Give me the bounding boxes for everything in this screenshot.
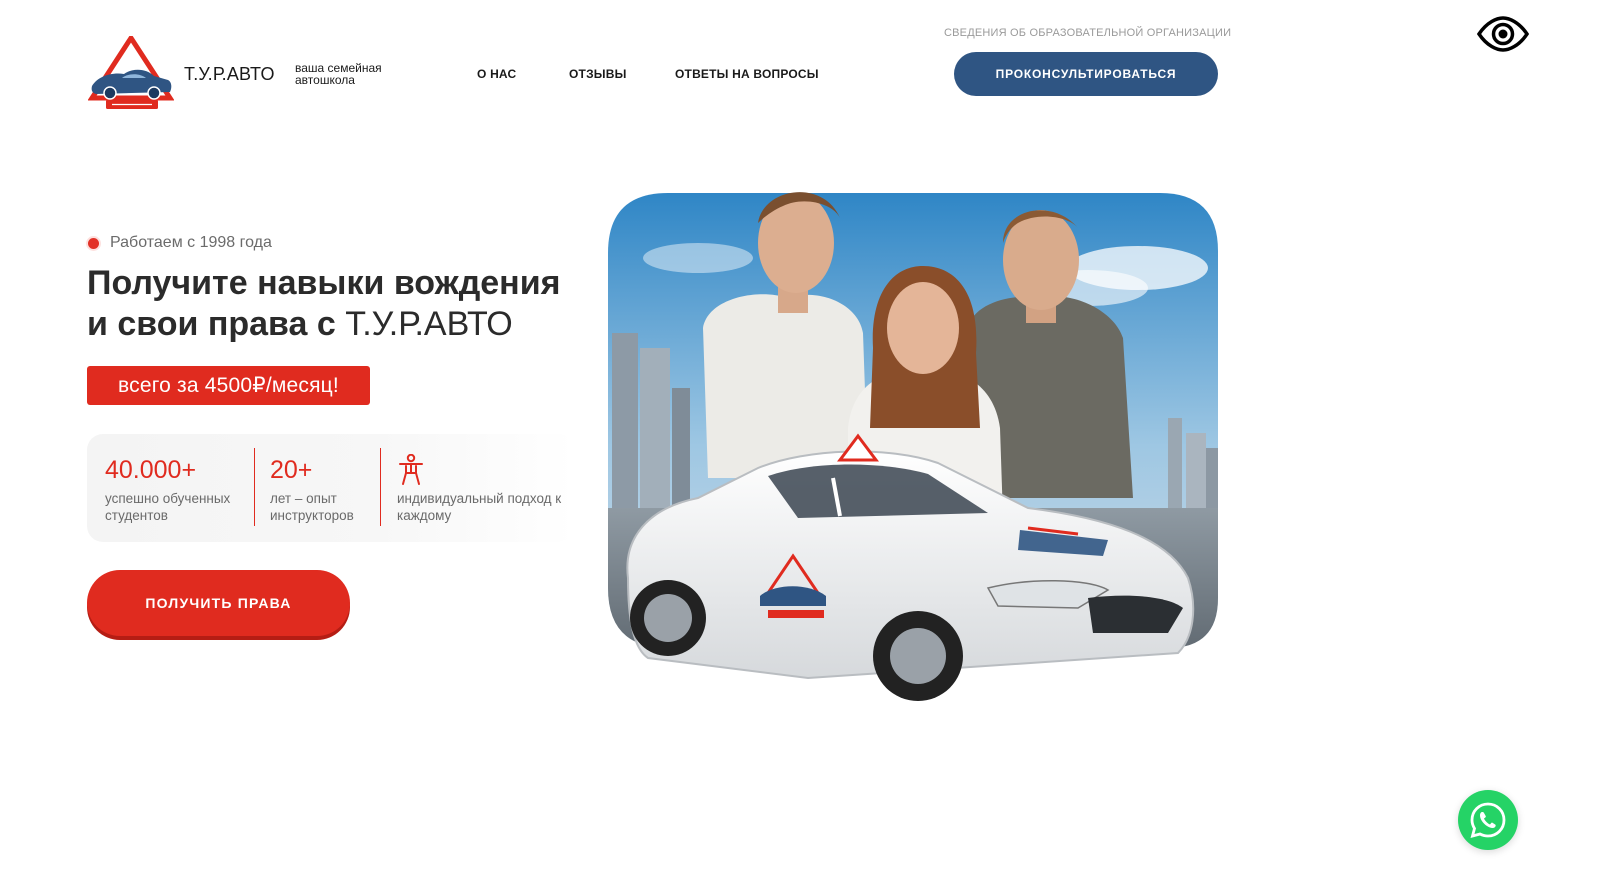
person-icon xyxy=(399,454,423,485)
stats-panel: 40.000+ успешно обученных студентов 20+ … xyxy=(87,434,575,542)
headline-line1: Получите навыки вождения xyxy=(87,264,561,302)
stat-individual-label: индивидуальный подход к каждому xyxy=(397,491,562,523)
hero-headline: Получите навыки вождения и свои права с … xyxy=(87,263,607,345)
since-text: Работаем с 1998 года xyxy=(110,234,272,251)
stat-students-value: 40.000+ xyxy=(105,456,197,484)
headline-brand: Т.У.Р.АВТО xyxy=(345,305,513,343)
brand-name[interactable]: Т.У.Р.АВТО xyxy=(184,64,275,85)
status-dot xyxy=(88,237,99,249)
get-license-button[interactable]: ПОЛУЧИТЬ ПРАВА xyxy=(87,570,350,636)
price-badge: всего за 4500₽/месяц! xyxy=(87,366,370,405)
hero-photo xyxy=(608,192,1218,701)
stat-divider xyxy=(380,448,381,526)
stat-experience-value: 20+ xyxy=(270,456,313,484)
nav-item-about[interactable]: О НАС xyxy=(477,67,516,81)
logo-icon[interactable] xyxy=(88,36,174,112)
headline-line2-prefix: и свои права с xyxy=(87,305,346,343)
since-label: Работаем с 1998 года xyxy=(88,234,272,252)
consult-button[interactable]: ПРОКОНСУЛЬТИРОВАТЬСЯ xyxy=(954,52,1218,96)
eye-icon[interactable] xyxy=(1477,16,1529,52)
stat-divider xyxy=(254,448,255,526)
brand-tagline: ваша семейная автошкола xyxy=(295,61,382,87)
nav-item-reviews[interactable]: ОТЗЫВЫ xyxy=(569,67,627,81)
whatsapp-button[interactable] xyxy=(1458,790,1518,850)
page: Т.У.Р.АВТО ваша семейная автошкола О НАС… xyxy=(0,0,1608,869)
whatsapp-icon xyxy=(1470,802,1506,838)
nav-item-faq[interactable]: ОТВЕТЫ НА ВОПРОСЫ xyxy=(675,67,819,81)
org-info-link[interactable]: СВЕДЕНИЯ ОБ ОБРАЗОВАТЕЛЬНОЙ ОРГАНИЗАЦИИ xyxy=(944,27,1231,39)
stat-experience-label: лет – опыт инструкторов xyxy=(270,491,354,523)
stat-students-label: успешно обученных студентов xyxy=(105,491,231,523)
